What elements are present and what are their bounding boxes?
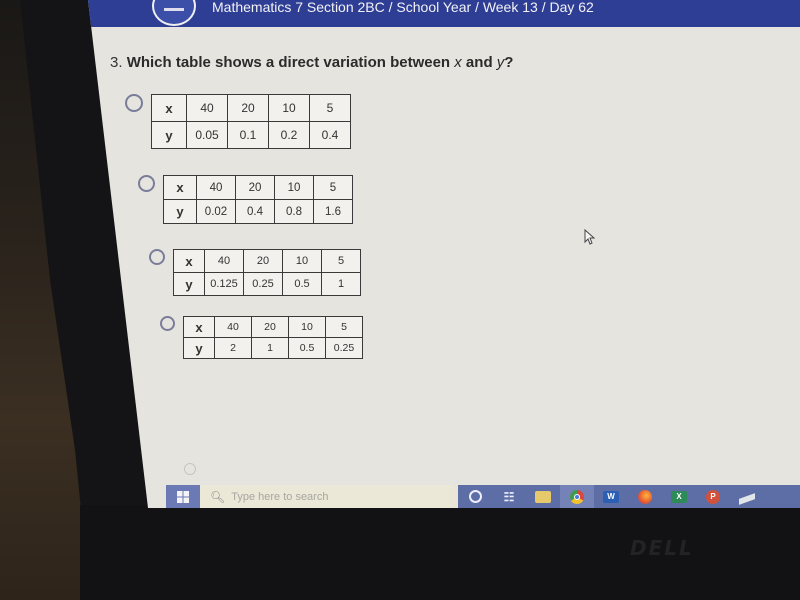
answer-option-2[interactable]: x 40 20 10 5 y 0.02 0.4 0.8 1.6 (138, 175, 353, 224)
table-cell: 0.1 (227, 121, 269, 149)
table-cell: 10 (288, 316, 326, 338)
table-cell: 0.8 (274, 199, 314, 224)
variation-table: x 40 20 10 5 y 0.125 0.25 0.5 1 (173, 249, 361, 296)
y-header: y (173, 272, 205, 296)
question-text-part: Which table shows a direct variation bet… (126, 54, 455, 71)
breadcrumb: Mathematics 7 Section 2BC / School Year … (212, 0, 594, 15)
table-cell: 0.2 (268, 121, 310, 149)
table-cell: 5 (309, 94, 351, 122)
table-cell: 40 (186, 94, 228, 122)
table-cell: 20 (235, 175, 275, 200)
windows-icon (177, 490, 189, 503)
x-header: x (183, 316, 215, 338)
table-cell: 40 (214, 316, 252, 338)
answer-option-3[interactable]: x 40 20 10 5 y 0.125 0.25 0.5 1 (149, 249, 361, 296)
table-cell: 1 (251, 337, 289, 359)
taskbar-pinned-apps: ☷ W X P (458, 485, 800, 508)
variable-x: x (454, 54, 462, 71)
taskbar-search-input[interactable]: 🔍︎ Type here to search (200, 485, 450, 508)
taskbar: 🔍︎ Type here to search ☷ W X P (166, 485, 800, 508)
table-cell: 0.02 (196, 199, 236, 224)
table-cell: 0.4 (309, 121, 351, 149)
start-button[interactable] (166, 485, 200, 508)
task-view-icon[interactable]: ☷ (492, 485, 526, 508)
excel-icon[interactable]: X (662, 485, 696, 508)
answer-option-1[interactable]: x 40 20 10 5 y 0.05 0.1 0.2 0.4 (125, 94, 351, 149)
cortana-icon[interactable] (458, 485, 492, 508)
table-cell: 40 (204, 249, 244, 273)
radio-button[interactable] (149, 249, 165, 265)
table-cell: 40 (196, 175, 236, 200)
question-number: 3. (110, 54, 123, 71)
app-logo-icon (152, 0, 196, 26)
y-header: y (151, 121, 187, 149)
ppt-letter: P (706, 489, 720, 504)
y-header: y (163, 199, 197, 224)
answer-option-4[interactable]: x 40 20 10 5 y 2 1 0.5 0.25 (160, 316, 363, 359)
question-text-part: ? (504, 54, 514, 71)
header-bar: Mathematics 7 Section 2BC / School Year … (88, 0, 800, 27)
table-cell: 0.05 (186, 121, 228, 149)
x-header: x (173, 249, 205, 273)
table-cell: 2 (214, 337, 252, 359)
table-cell: 5 (325, 316, 363, 338)
table-cell: 1 (321, 272, 361, 296)
screen: Mathematics 7 Section 2BC / School Year … (88, 0, 800, 508)
table-cell: 20 (227, 94, 269, 122)
table-cell: 5 (321, 249, 361, 273)
history-icon (184, 463, 196, 475)
question-text: 3. Which table shows a direct variation … (110, 54, 513, 71)
table-cell: 10 (268, 94, 310, 122)
powerpoint-icon[interactable]: P (696, 485, 730, 508)
file-explorer-icon[interactable] (526, 485, 560, 508)
table-cell: 20 (243, 249, 283, 273)
chrome-icon[interactable] (560, 485, 594, 508)
radio-button[interactable] (138, 175, 155, 192)
variation-table: x 40 20 10 5 y 0.02 0.4 0.8 1.6 (163, 175, 353, 224)
table-cell: 0.125 (204, 272, 244, 296)
table-cell: 5 (313, 175, 353, 200)
table-cell: 0.4 (235, 199, 275, 224)
table-cell: 0.25 (325, 337, 363, 359)
word-letter: W (603, 490, 619, 503)
x-header: x (163, 175, 197, 200)
word-icon[interactable]: W (594, 485, 628, 508)
table-cell: 1.6 (313, 199, 353, 224)
variation-table: x 40 20 10 5 y 2 1 0.5 0.25 (183, 316, 363, 359)
scanner-icon[interactable] (730, 485, 764, 508)
y-header: y (183, 337, 215, 359)
firefox-icon[interactable] (628, 485, 662, 508)
table-cell: 10 (274, 175, 314, 200)
search-placeholder: Type here to search (231, 490, 329, 503)
search-icon: 🔍︎ (210, 489, 226, 504)
excel-letter: X (671, 490, 687, 503)
table-cell: 0.5 (288, 337, 326, 359)
radio-button[interactable] (160, 316, 175, 331)
dell-logo: DELL (630, 536, 694, 560)
desk-background (0, 0, 90, 600)
table-cell: 10 (282, 249, 322, 273)
table-cell: 0.5 (282, 272, 322, 296)
mouse-cursor-icon (584, 229, 596, 245)
radio-button[interactable] (125, 94, 143, 112)
variation-table: x 40 20 10 5 y 0.05 0.1 0.2 0.4 (151, 94, 351, 149)
question-text-part: and (461, 54, 497, 71)
x-header: x (151, 94, 187, 122)
table-cell: 0.25 (243, 272, 283, 296)
table-cell: 20 (251, 316, 289, 338)
